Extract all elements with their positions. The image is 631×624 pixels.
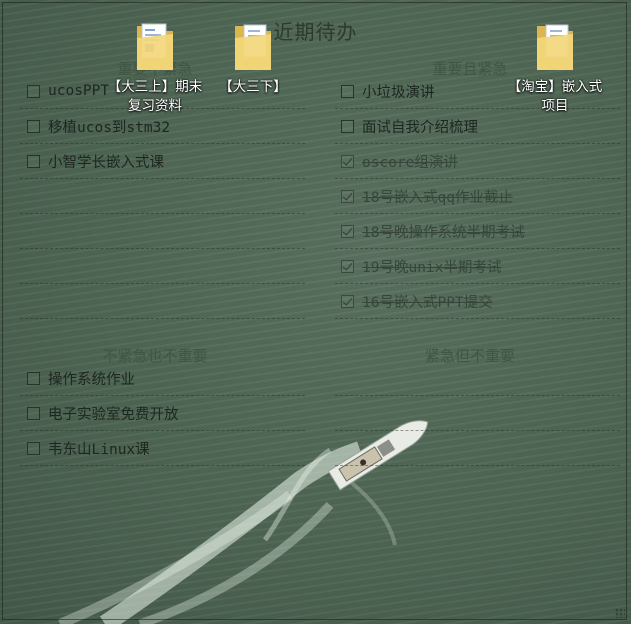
quadrant-heading-not-urgent-not-important: 不紧急也不重要 [102, 347, 208, 365]
folder-label: 【大三上】期末复习资料 [107, 79, 203, 114]
todo-text: 移植ucos到stm32 [48, 119, 171, 136]
todo-text: 面试自我介绍梳理 [362, 119, 478, 136]
desktop-folder[interactable]: 【大三上】期末复习资料 [100, 20, 210, 116]
todo-item-done[interactable]: 18号嵌入式qq作业截止 [341, 184, 513, 208]
todo-checkbox[interactable] [341, 84, 354, 98]
todo-text: 16号嵌入式PPT提交 [362, 294, 493, 311]
folder-icon [235, 24, 271, 70]
todo-item-done[interactable]: 16号嵌入式PPT提交 [341, 289, 493, 313]
folder-label: 【大三下】 [219, 79, 287, 95]
folder-icon [537, 24, 573, 70]
todo-checkbox-checked[interactable] [341, 189, 354, 203]
todo-item-done[interactable]: oscore组演讲 [341, 149, 458, 173]
todo-checkbox[interactable] [27, 154, 40, 168]
todo-checkbox-checked[interactable] [341, 224, 354, 238]
todo-checkbox[interactable] [341, 119, 354, 133]
todo-text: 小智学长嵌入式课 [48, 154, 164, 171]
todo-checkbox[interactable] [27, 84, 40, 98]
resize-grip-icon[interactable] [615, 608, 625, 618]
todo-item[interactable]: 电子实验室免费开放 [27, 401, 179, 425]
desktop-folder[interactable]: 【淘宝】嵌入式项目 [500, 20, 610, 116]
todo-item[interactable]: ucosPPT [27, 79, 109, 103]
desktop-folder[interactable]: 【大三下】 [198, 20, 308, 97]
todo-item[interactable]: 小智学长嵌入式课 [27, 149, 164, 173]
todo-checkbox[interactable] [27, 406, 40, 420]
todo-checkbox-checked[interactable] [341, 154, 354, 168]
todo-checkbox[interactable] [27, 441, 40, 455]
desktop: 近期待办 重要不紧急 重要且紧急 不紧急也不重要 紧急但不重要 ucosPPT … [0, 0, 631, 624]
todo-text: oscore组演讲 [362, 154, 458, 171]
todo-text: 18号晚操作系统半期考试 [362, 224, 525, 241]
todo-text: 小垃圾演讲 [362, 84, 435, 101]
todo-text: 19号晚unix半期考试 [362, 259, 502, 276]
todo-item[interactable]: 韦东山Linux课 [27, 436, 150, 460]
todo-text: 18号嵌入式qq作业截止 [362, 189, 513, 206]
folder-icon [137, 23, 173, 70]
todo-checkbox-checked[interactable] [341, 294, 354, 308]
todo-checkbox-checked[interactable] [341, 259, 354, 273]
todo-item[interactable]: 移植ucos到stm32 [27, 114, 170, 138]
todo-text: 电子实验室免费开放 [48, 406, 179, 423]
todo-checkbox[interactable] [27, 119, 40, 133]
todo-text: 操作系统作业 [48, 371, 135, 388]
quadrant-heading-urgent-not-important: 紧急但不重要 [424, 347, 515, 365]
todo-item-done[interactable]: 18号晚操作系统半期考试 [341, 219, 524, 243]
todo-item-done[interactable]: 19号晚unix半期考试 [341, 254, 501, 278]
todo-item[interactable]: 面试自我介绍梳理 [341, 114, 478, 138]
folder-label: 【淘宝】嵌入式项目 [507, 79, 603, 114]
todo-item[interactable]: 小垃圾演讲 [341, 79, 435, 103]
todo-checkbox[interactable] [27, 371, 40, 385]
todo-text: 韦东山Linux课 [48, 441, 150, 458]
todo-item[interactable]: 操作系统作业 [27, 366, 135, 390]
